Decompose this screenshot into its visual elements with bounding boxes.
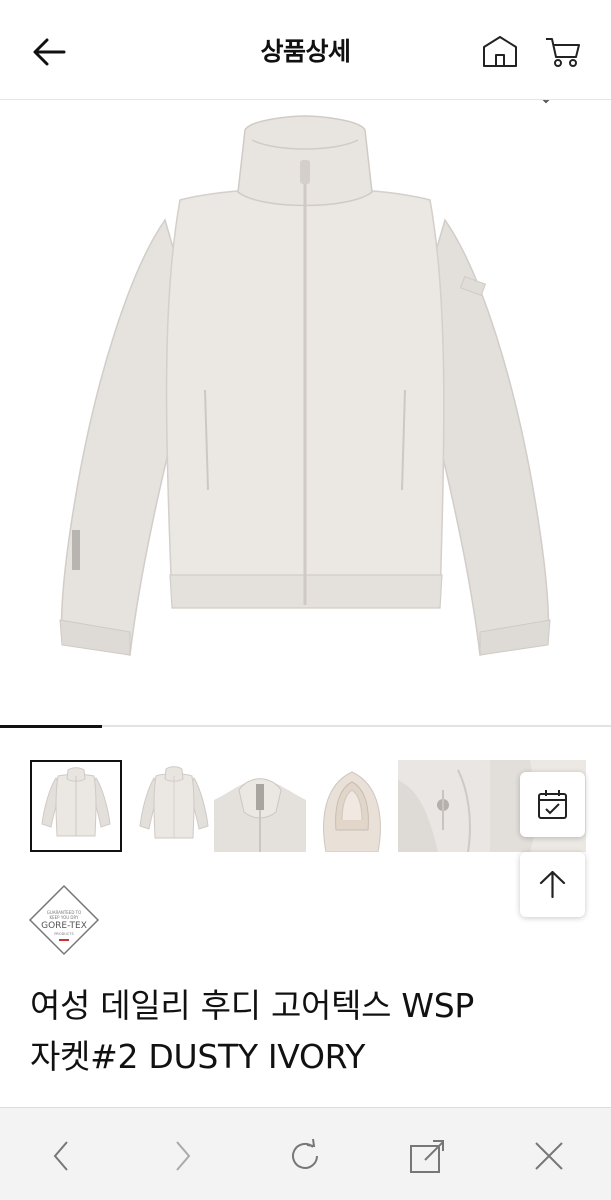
home-button[interactable] [478,30,522,74]
arrow-up-icon [539,870,566,899]
app-header: 상품상세 [0,0,611,100]
cart-icon [546,38,580,67]
browser-forward-button[interactable] [160,1134,204,1178]
thumbnail-3[interactable] [214,760,306,852]
thumbnail-strip [30,760,590,852]
calendar-check-icon [538,790,567,819]
calendar-button[interactable] [520,772,585,837]
browser-back-button[interactable] [40,1134,84,1178]
chevron-left-icon [53,1141,68,1171]
thumbnail-image [323,771,381,852]
chevron-right-icon [176,1141,191,1171]
thumbnail-4[interactable] [306,760,398,852]
thumbnail-image [398,760,490,852]
svg-text:PRODUCTS: PRODUCTS [54,932,74,936]
product-name-line-1: 여성 데일리 후디 고어텍스 WSP [30,986,474,1025]
thumbnail-2[interactable] [128,760,220,852]
svg-text:KEEP YOU DRY: KEEP YOU DRY [50,915,80,920]
browser-share-button[interactable] [405,1134,449,1178]
product-name: 여성 데일리 후디 고어텍스 WSP 자켓#2 DUSTY IVORY [30,980,590,1082]
product-main-image[interactable] [0,100,611,725]
home-icon [483,36,517,67]
scroll-top-button[interactable] [520,852,585,917]
gallery-progress [0,725,611,728]
thumbnail-image [214,778,306,852]
browser-toolbar [0,1107,611,1200]
thumbnail-5[interactable] [398,760,490,852]
browser-refresh-button[interactable] [283,1134,327,1178]
gore-tex-badge: GUARANTEED TO KEEP YOU DRY GORE-TEX PROD… [28,884,100,956]
thumbnail-image [139,766,209,839]
thumbnail-image [41,767,111,837]
browser-close-button[interactable] [527,1134,571,1178]
gallery-progress-fill [0,725,103,728]
share-icon [410,1140,444,1173]
product-name-line-2: 자켓#2 DUSTY IVORY [30,1037,366,1076]
jacket-image [59,100,551,656]
cart-button[interactable] [540,30,584,74]
thumbnail-1[interactable] [30,760,122,852]
refresh-icon [292,1138,318,1169]
close-icon [535,1142,563,1170]
svg-text:GORE-TEX: GORE-TEX [41,921,87,931]
gore-tex-badge-icon: GUARANTEED TO KEEP YOU DRY GORE-TEX PROD… [28,884,100,956]
